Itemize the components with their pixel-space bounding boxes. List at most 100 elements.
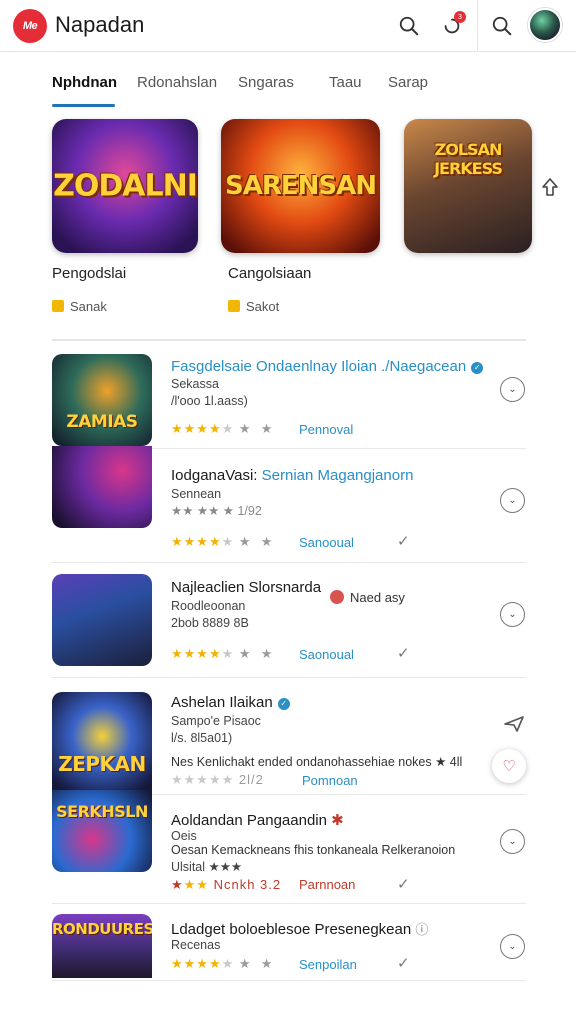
tab-recommended[interactable]: Rdonahslan (137, 74, 217, 91)
featured-card[interactable]: SARENSAN (221, 119, 380, 253)
app-title[interactable]: Ashelan Ilaikan ✓ (171, 694, 290, 711)
install-link[interactable]: Saonoual (299, 647, 354, 662)
install-link[interactable]: Pomnoan (302, 773, 358, 788)
featured-meta: Sakot (228, 299, 279, 314)
thumbnail-title: RONDUURES (52, 920, 152, 938)
app-detail: Ulsital ★★★ (171, 860, 243, 874)
app-title-text: Fasgdelsaie Ondaenlnay Iloian ./Naegacea… (171, 358, 467, 375)
featured-art-title: ZODALNI (53, 168, 198, 204)
star-rating: ★★★ Ncnkh 3.2 (171, 877, 282, 892)
app-detail: 2bob 8889 8B (171, 616, 249, 630)
category-icon (228, 300, 240, 312)
featured-name[interactable]: Cangolsiaan (228, 265, 311, 282)
app-title[interactable]: Aoldandan Pangaandin ✱ (171, 811, 344, 829)
app-title[interactable]: Fasgdelsaie Ondaenlnay Iloian ./Naegacea… (171, 358, 484, 375)
featured-meta-text: Sanak (70, 299, 107, 314)
check-icon[interactable]: ✓ (397, 532, 410, 550)
install-link[interactable]: Parnnoan (299, 877, 355, 892)
app-developer: Roodleoonan (171, 599, 246, 613)
app-title[interactable]: Najleaclien Slorsnarda (171, 579, 321, 596)
install-link[interactable]: Senpoilan (299, 957, 357, 972)
user-avatar[interactable] (528, 8, 562, 42)
featured-meta-text: Sakot (246, 299, 280, 314)
share-icon[interactable] (498, 708, 530, 740)
app-developer: Sekassa (171, 377, 219, 391)
category-icon (52, 300, 64, 312)
tab-home[interactable]: Nphdnan (52, 74, 117, 91)
row-divider (152, 794, 526, 795)
featured-meta: Sanak (52, 299, 107, 314)
row-divider (152, 448, 526, 449)
chevron-down-icon[interactable]: ⌄ (500, 602, 525, 627)
app-title: Napadan (55, 12, 145, 37)
category-tabs: Nphdnan Rdonahslan Sngaras Taau Sarap (0, 62, 576, 108)
rating-text: Ncnkh 3.2 (213, 877, 282, 892)
app-developer: Recenas (171, 938, 221, 952)
verified-icon: ✓ (471, 362, 484, 374)
app-bar: Me Napadan 3 (0, 0, 576, 52)
notifications-icon[interactable]: 3 (436, 10, 468, 42)
search-icon[interactable] (393, 10, 425, 42)
app-developer: Sennean (171, 487, 222, 501)
app-tag-text: Naed asy (350, 590, 405, 605)
row-divider (52, 980, 526, 981)
arrow-up-icon[interactable] (540, 176, 562, 198)
app-logo[interactable]: Me (13, 9, 47, 43)
star-rating: ★★★★★ ★ ★ (171, 421, 274, 436)
app-title-text: Ashelan Ilaikan (171, 694, 273, 711)
tab-search[interactable]: Sarap (388, 74, 428, 91)
app-description: Nes Kenlichakt ended ondanohassehiae nok… (171, 755, 463, 769)
check-icon[interactable]: ✓ (397, 644, 410, 662)
tab-top[interactable]: Taau (329, 74, 362, 91)
app-thumbnail[interactable] (52, 446, 152, 528)
app-thumbnail[interactable]: ZEPKAN (52, 692, 152, 790)
app-title[interactable]: IodganaVasi: Sernian Magangjanorn (171, 467, 413, 484)
verified-icon: ✓ (277, 698, 290, 710)
app-thumbnail[interactable]: ZAMIAS (52, 354, 152, 446)
app-developer: Oeis (171, 829, 197, 843)
app-bar-divider (477, 0, 478, 52)
app-tag: Naed asy (330, 590, 405, 605)
app-thumbnail[interactable]: RONDUURES (52, 914, 152, 978)
app-title-text: Ldadget boloeblesoe Presenegkean (171, 921, 412, 938)
row-divider (52, 677, 526, 678)
app-thumbnail[interactable]: SERKHSLN (52, 790, 152, 872)
app-detail: /l'ooo 1l.aass) (171, 394, 248, 408)
app-title-text: Aoldandan Pangaandin (171, 812, 327, 829)
heart-icon[interactable]: ♡ (492, 749, 526, 783)
rating-text: 2l/2 (238, 772, 264, 787)
chevron-down-icon[interactable]: ⌄ (500, 488, 525, 513)
active-tab-indicator (52, 104, 115, 107)
app-title-blue: Sernian Magangjanorn (261, 467, 414, 484)
info-icon: ⓘ (415, 922, 429, 937)
app-detail: l/s. 8l5a01) (171, 731, 233, 745)
thumbnail-title: SERKHSLN (56, 802, 148, 821)
star-rating: ★★★★★ ★ ★ (171, 534, 274, 549)
install-link[interactable]: Sanooual (299, 535, 354, 550)
install-link[interactable]: Pennoval (299, 422, 353, 437)
featured-art-title: ZOLSAN JERKESS (434, 140, 503, 179)
check-icon[interactable]: ✓ (397, 954, 410, 972)
row-divider (52, 903, 526, 904)
app-description: Oesan Kemackneans fhis tonkaneala Relker… (171, 843, 456, 857)
chevron-down-icon[interactable]: ⌄ (500, 829, 525, 854)
bug-icon: ✱ (331, 812, 344, 829)
tab-categories[interactable]: Sngaras (238, 74, 294, 91)
section-divider (52, 339, 526, 341)
tag-icon (330, 590, 344, 604)
check-icon[interactable]: ✓ (397, 875, 410, 893)
featured-art-title: SARENSAN (225, 171, 377, 201)
thumbnail-title: ZAMIAS (66, 412, 138, 432)
app-thumbnail[interactable] (52, 574, 152, 666)
star-rating: ★★★★★ ★ ★ (171, 646, 274, 661)
app-detail: ★★ ★★ ★ 1/92 (171, 504, 262, 518)
notification-badge: 3 (454, 11, 466, 23)
chevron-down-icon[interactable]: ⌄ (500, 934, 525, 959)
chevron-down-icon[interactable]: ⌄ (500, 377, 525, 402)
thumbnail-title: ZEPKAN (58, 752, 146, 776)
featured-card[interactable]: ZODALNI (52, 119, 198, 253)
search-icon[interactable] (486, 10, 518, 42)
featured-name[interactable]: Pengodslai (52, 265, 126, 282)
app-title[interactable]: Ldadget boloeblesoe Presenegkean ⓘ (171, 919, 428, 938)
featured-card[interactable]: ZOLSAN JERKESS (404, 119, 532, 253)
